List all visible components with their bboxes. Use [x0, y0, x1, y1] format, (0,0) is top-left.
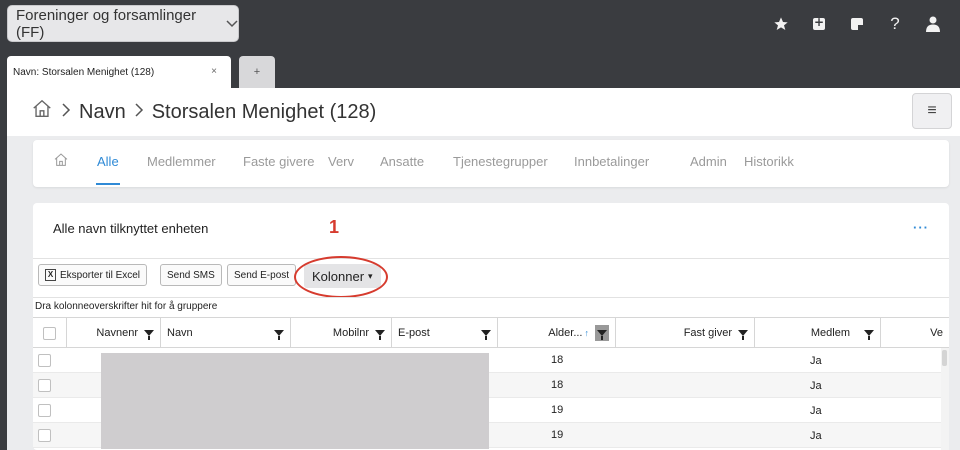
org-select-label: Foreninger og forsamlinger (FF) [16, 6, 197, 41]
tab-tjenestegrupper[interactable]: Tjenestegrupper [453, 154, 548, 169]
filter-icon[interactable] [375, 330, 385, 340]
top-bar: Foreninger og forsamlinger (FF) ? [0, 0, 960, 48]
col-epost[interactable]: E-post [392, 318, 498, 348]
cell-alder: 19 [551, 429, 564, 441]
grid-header: Navnenr Navn Mobilnr E-post Alder... ↑ Fa… [33, 317, 949, 348]
main-card: Alle navn tilknyttet enheten ··· 1 X Eks… [33, 203, 949, 450]
col-navn[interactable]: Navn [161, 318, 291, 348]
row-checkbox[interactable] [38, 354, 51, 367]
breadcrumb-current: Storsalen Menighet (128) [151, 100, 377, 123]
col-alder[interactable]: Alder... ↑ [498, 318, 616, 348]
star-icon[interactable] [762, 0, 800, 48]
excel-icon: X [45, 269, 56, 281]
top-icons: ? [762, 0, 952, 48]
select-all-checkbox[interactable] [43, 326, 56, 340]
more-options-icon[interactable]: ··· [913, 220, 929, 235]
annotation-number: 1 [329, 217, 340, 237]
left-strip [0, 88, 7, 450]
col-label: Alder... ↑ [498, 327, 595, 339]
cell-alder: 18 [551, 354, 564, 366]
grid-scrollbar[interactable] [941, 348, 949, 450]
col-label: Medlem [810, 327, 850, 339]
breadcrumb-separator [61, 101, 71, 124]
tab-admin[interactable]: Admin [690, 154, 727, 169]
col-label: Navn [167, 327, 193, 339]
filter-icon[interactable] [144, 330, 154, 340]
close-icon[interactable]: × [211, 66, 217, 77]
send-sms-button[interactable]: Send SMS [160, 264, 222, 286]
new-tab-button[interactable]: + [239, 56, 275, 88]
tab-verv[interactable]: Verv [328, 154, 354, 169]
tab-medlemmer[interactable]: Medlemmer [147, 154, 216, 169]
grid-toolbar: X Eksporter til Excel Send SMS Send E-po… [33, 256, 949, 298]
col-navnenr[interactable]: Navnenr [67, 318, 161, 348]
col-label: Fast giver [683, 327, 732, 339]
active-tab-indicator [96, 183, 120, 185]
select-all-checkbox-cell [33, 318, 67, 348]
export-label: Eksporter til Excel [60, 269, 141, 281]
filter-icon[interactable] [274, 330, 284, 340]
col-label: Navnenr [96, 327, 138, 339]
user-icon[interactable] [914, 0, 952, 48]
group-drop-area[interactable]: Dra kolonneoverskrifter hit for å gruppe… [33, 297, 949, 317]
tab-navn-storsalen[interactable]: Navn: Storsalen Menighet (128) × [7, 56, 231, 88]
hamburger-menu-button[interactable]: ≡ [912, 93, 952, 129]
section-nav: Alle Medlemmer Faste givere Verv Ansatte… [33, 140, 949, 187]
row-checkbox[interactable] [38, 404, 51, 417]
breadcrumb-navn[interactable]: Navn [79, 101, 126, 124]
page-header: Navn Storsalen Menighet (128) ≡ [7, 88, 960, 136]
help-icon[interactable]: ? [876, 0, 914, 48]
help-glyph: ? [890, 14, 900, 33]
hamburger-icon: ≡ [927, 102, 937, 119]
org-select[interactable]: Foreninger og forsamlinger (FF) [7, 5, 239, 42]
tab-historikk[interactable]: Historikk [744, 154, 794, 169]
col-ve[interactable]: Ve [881, 318, 949, 348]
tab-label: Navn: Storsalen Menighet (128) [13, 66, 155, 78]
send-email-button[interactable]: Send E-post [227, 264, 297, 286]
filter-icon[interactable] [481, 330, 491, 340]
cell-alder: 18 [551, 379, 564, 391]
tab-innbetalinger[interactable]: Innbetalinger [574, 154, 649, 169]
note-icon[interactable] [838, 0, 876, 48]
row-checkbox[interactable] [38, 379, 51, 392]
sort-asc-icon: ↑ [584, 328, 590, 338]
export-excel-button[interactable]: X Eksporter til Excel [38, 264, 148, 286]
tab-alle[interactable]: Alle [97, 154, 119, 169]
breadcrumb: Navn Storsalen Menighet (128) [31, 98, 376, 126]
col-label-text: Alder... [548, 327, 583, 339]
filter-active-icon[interactable] [595, 325, 609, 341]
col-fast-giver[interactable]: Fast giver [616, 318, 755, 348]
redacted-area [101, 353, 489, 449]
tab-faste-givere[interactable]: Faste givere [243, 154, 315, 169]
cell-medlem: Ja [810, 355, 822, 367]
cell-medlem: Ja [810, 405, 822, 417]
home-icon[interactable] [53, 152, 69, 171]
home-icon[interactable] [31, 98, 53, 126]
cell-medlem: Ja [810, 380, 822, 392]
cell-alder: 19 [551, 404, 564, 416]
tab-ansatte[interactable]: Ansatte [380, 154, 424, 169]
chevron-down-icon [226, 17, 238, 31]
breadcrumb-separator [134, 101, 144, 124]
col-medlem[interactable]: Medlem [755, 318, 881, 348]
plus-square-icon[interactable] [800, 0, 838, 48]
row-checkbox[interactable] [38, 429, 51, 442]
col-mobilnr[interactable]: Mobilnr [291, 318, 392, 348]
scrollbar-thumb[interactable] [942, 350, 947, 366]
card-title: Alle navn tilknyttet enheten [53, 221, 209, 236]
col-label: E-post [398, 327, 430, 339]
col-label: Ve [930, 327, 943, 339]
filter-icon[interactable] [864, 330, 874, 340]
cell-medlem: Ja [810, 430, 822, 442]
tabs-row: Navn: Storsalen Menighet (128) × + [0, 48, 960, 88]
annotation-ellipse [294, 256, 388, 298]
col-label: Mobilnr [332, 327, 369, 339]
filter-icon[interactable] [738, 330, 748, 340]
